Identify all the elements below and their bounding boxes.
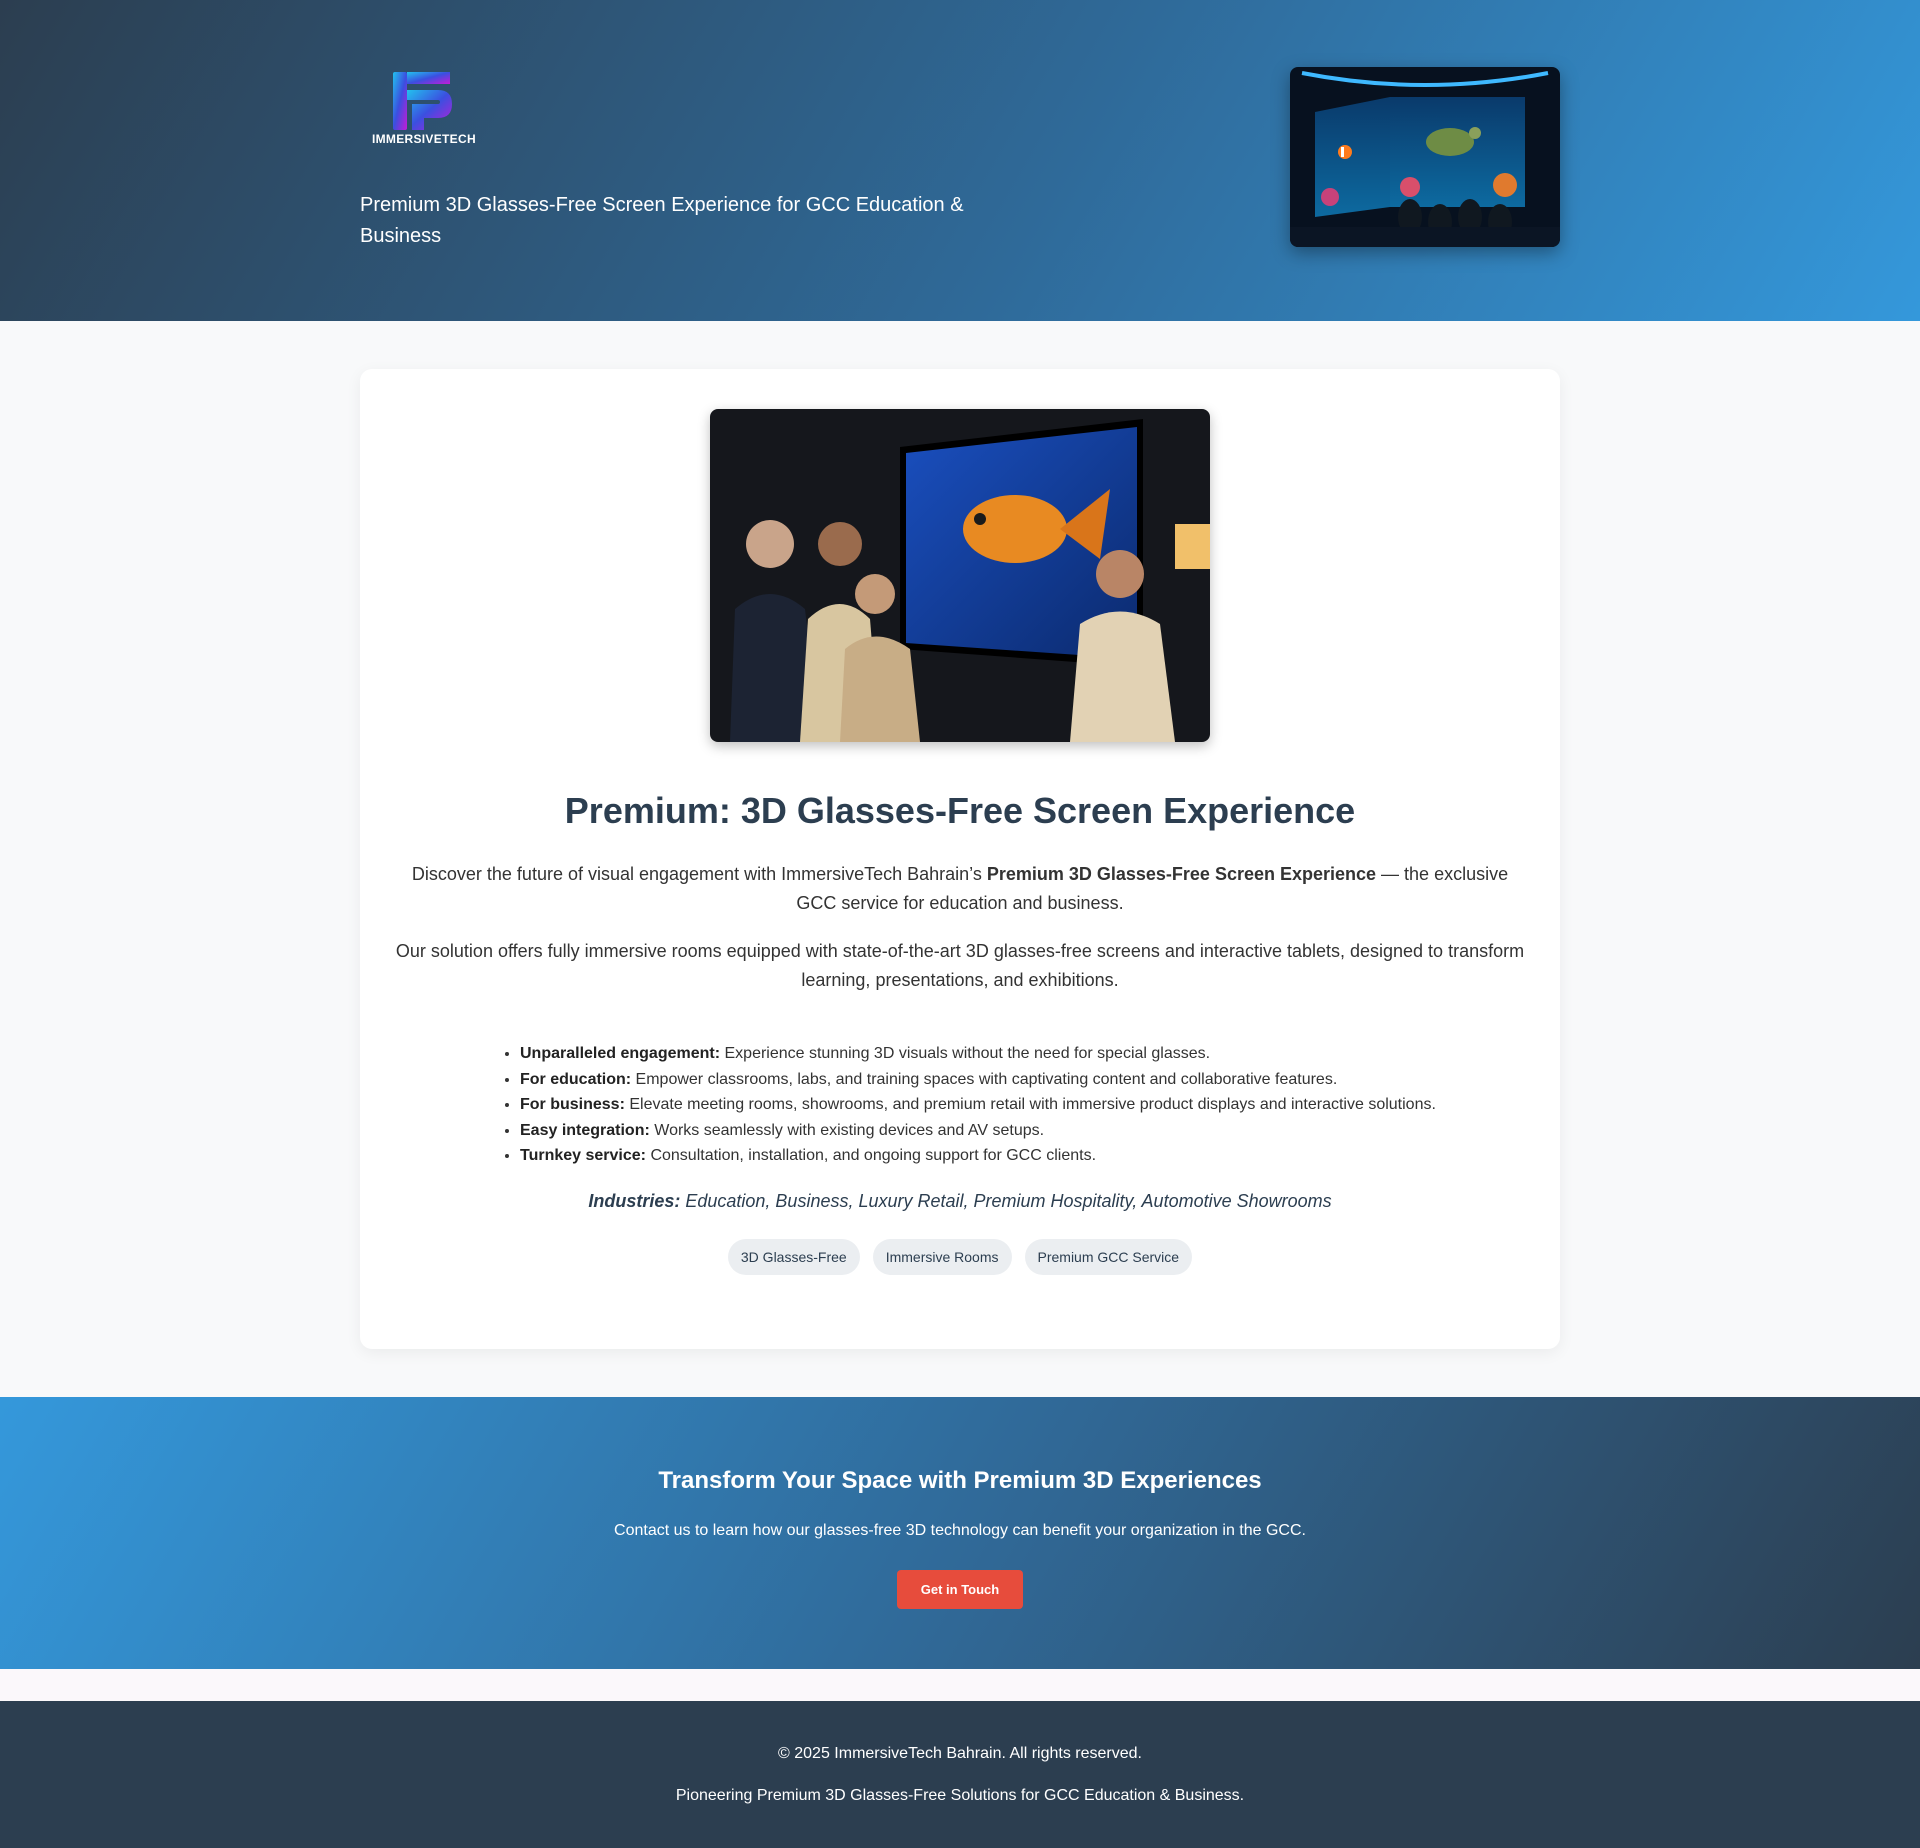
cta-text: Contact us to learn how our glasses-free… <box>614 1522 1306 1539</box>
feature-label: Unparalleled engagement: <box>520 1045 721 1062</box>
industries-line: Industries: Education, Business, Luxury … <box>360 1191 1560 1212</box>
industries-label: Industries: <box>588 1190 681 1211</box>
section-divider <box>0 1669 1920 1701</box>
feature-text: Consultation, installation, and ongoing … <box>646 1147 1097 1164</box>
list-item: For education: Empower classrooms, labs,… <box>520 1067 1440 1093</box>
logo-mark-icon <box>393 72 452 130</box>
feature-label: For business: <box>520 1096 625 1113</box>
feature-text: Experience stunning 3D visuals without t… <box>720 1045 1211 1062</box>
feature-label: Easy integration: <box>520 1121 650 1139</box>
cta-title: Transform Your Space with Premium 3D Exp… <box>658 1467 1262 1494</box>
list-item: Easy integration: Works seamlessly with … <box>520 1118 1440 1144</box>
header-aquarium-image <box>1290 67 1560 247</box>
list-item: For business: Elevate meeting rooms, sho… <box>520 1092 1440 1118</box>
family-3d-screen-image <box>710 409 1210 742</box>
feature-text: Elevate meeting rooms, showrooms, and pr… <box>624 1096 1436 1113</box>
feature-label: Turnkey service: <box>520 1147 646 1164</box>
intro-text-bold: Premium 3D Glasses-Free Screen Experienc… <box>986 864 1377 884</box>
list-item: Turnkey service: Consultation, installat… <box>520 1143 1440 1169</box>
feature-label: For education: <box>520 1070 632 1088</box>
feature-text: Empower classrooms, labs, and training s… <box>631 1070 1338 1088</box>
industries-text: Education, Business, Luxury Retail, Prem… <box>680 1190 1332 1211</box>
page-title: Premium: 3D Glasses-Free Screen Experien… <box>564 790 1356 831</box>
footer-copyright: © 2025 ImmersiveTech Bahrain. All rights… <box>778 1745 1142 1762</box>
main-content: Premium: 3D Glasses-Free Screen Experien… <box>0 321 1920 1397</box>
site-footer: © 2025 ImmersiveTech Bahrain. All rights… <box>0 1701 1920 1848</box>
solution-paragraph: Our solution offers fully immersive room… <box>395 941 1525 990</box>
list-item: Unparalleled engagement: Experience stun… <box>520 1041 1440 1067</box>
logo-text: IMMERSIVETECH <box>372 132 476 146</box>
footer-tagline: Pioneering Premium 3D Glasses-Free Solut… <box>675 1787 1245 1804</box>
service-card: Premium: 3D Glasses-Free Screen Experien… <box>360 369 1560 1349</box>
tag-premium-gcc-service: Premium GCC Service <box>1024 1238 1193 1275</box>
intro-paragraph: Discover the future of visual engagement… <box>395 860 1525 918</box>
header-tagline: Premium 3D Glasses-Free Screen Experienc… <box>360 194 964 247</box>
get-in-touch-button[interactable]: Get in Touch <box>896 1570 1024 1609</box>
feature-text: Works seamlessly with existing devices a… <box>649 1121 1045 1139</box>
cta-section: Transform Your Space with Premium 3D Exp… <box>0 1397 1920 1669</box>
tag-3d-glasses-free: 3D Glasses-Free <box>727 1238 860 1275</box>
immersivetech-logo[interactable]: IMMERSIVETECH <box>372 68 476 148</box>
tag-immersive-rooms: Immersive Rooms <box>872 1238 1012 1275</box>
site-header: IMMERSIVETECH Premium 3D Glasses-Free Sc… <box>0 0 1920 321</box>
features-list: Unparalleled engagement: Experience stun… <box>480 1041 1440 1169</box>
intro-text-start: Discover the future of visual engagement… <box>411 864 987 884</box>
tag-list: 3D Glasses-Free Immersive Rooms Premium … <box>360 1238 1560 1275</box>
